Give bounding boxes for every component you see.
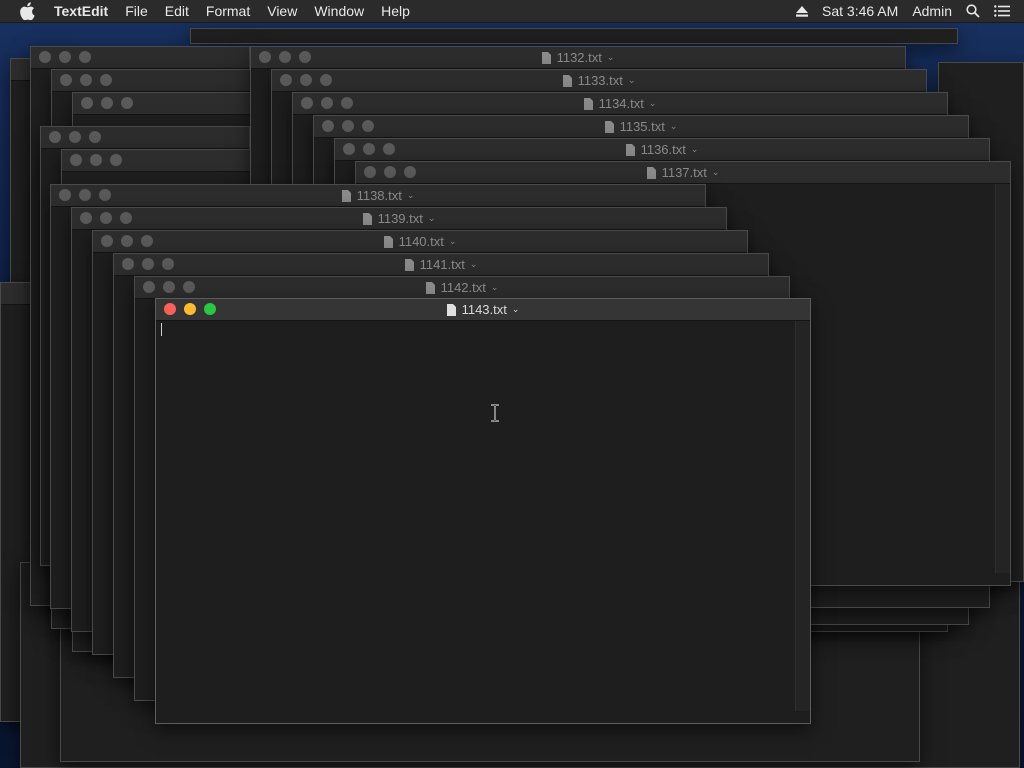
menu-app-textedit[interactable]: TextEdit [54,0,108,22]
document-icon [404,258,414,271]
chevron-down-icon[interactable]: ⌄ [449,236,457,247]
document-icon [646,166,656,179]
eject-icon[interactable] [796,5,809,17]
menu-edit[interactable]: Edit [165,0,189,22]
window-titlebar[interactable]: 1142.txt ⌄ [135,277,789,299]
document-icon [562,74,572,87]
window-titlebar[interactable]: 1134.txt ⌄ [293,93,947,115]
background-window[interactable] [190,28,958,44]
menu-bar: TextEdit File Edit Format View Window He… [0,0,1024,23]
chevron-down-icon[interactable]: ⌄ [491,282,499,293]
apple-menu-icon[interactable] [19,2,35,20]
menubar-clock[interactable]: Sat 3:46 AM [822,3,898,19]
window-titlebar[interactable]: 1141.txt ⌄ [114,254,768,276]
vertical-scrollbar[interactable] [795,320,810,711]
document-icon [446,303,456,316]
document-icon [583,97,593,110]
window-title: 1135.txt [619,119,665,134]
notification-center-icon[interactable] [994,5,1010,17]
chevron-down-icon[interactable]: ⌄ [628,75,636,86]
window-titlebar[interactable]: 1133.txt ⌄ [272,70,926,92]
menu-file[interactable]: File [125,0,148,22]
chevron-down-icon[interactable]: ⌄ [691,144,699,155]
text-caret [161,323,162,336]
window-title: 1138.txt [356,188,402,203]
menu-window[interactable]: Window [314,0,364,22]
window-titlebar[interactable]: 1132.txt ⌄ [251,47,905,69]
document-icon [425,281,435,294]
window-titlebar[interactable]: 1139.txt ⌄ [72,208,726,230]
window-title: 1142.txt [440,280,486,295]
chevron-down-icon[interactable]: ⌄ [512,304,520,315]
window-title: 1140.txt [398,234,444,249]
window-titlebar[interactable] [41,127,249,149]
window-title: 1141.txt [419,257,465,272]
chevron-down-icon[interactable]: ⌄ [428,213,436,224]
document-icon [541,51,551,64]
menubar-user[interactable]: Admin [912,3,952,19]
window-title: 1134.txt [598,96,644,111]
window-titlebar[interactable] [73,93,251,115]
window-titlebar[interactable]: 1136.txt ⌄ [335,139,989,161]
window-titlebar[interactable]: 1143.txt ⌄ [156,299,810,321]
chevron-down-icon[interactable]: ⌄ [670,121,678,132]
window-title: 1136.txt [640,142,686,157]
document-icon [604,120,614,133]
chevron-down-icon[interactable]: ⌄ [607,52,615,63]
window-titlebar[interactable]: 1135.txt ⌄ [314,116,968,138]
chevron-down-icon[interactable]: ⌄ [712,167,720,178]
vertical-scrollbar[interactable] [995,183,1010,573]
window-titlebar[interactable]: 1137.txt ⌄ [356,162,1010,184]
document-icon [362,212,372,225]
menu-view[interactable]: View [267,0,297,22]
desktop: 1132.txt ⌄ 1133.txt ⌄ 1134.txt ⌄ 1135.txt ⌄ … [0,22,1024,768]
menu-help[interactable]: Help [381,0,410,22]
window-1143-active[interactable]: 1143.txt ⌄ [155,298,811,724]
window-title: 1139.txt [377,211,423,226]
window-titlebar[interactable] [31,47,249,69]
chevron-down-icon[interactable]: ⌄ [649,98,657,109]
window-titlebar[interactable]: 1138.txt ⌄ [51,185,705,207]
spotlight-search-icon[interactable] [966,4,980,18]
document-icon [383,235,393,248]
ibeam-cursor-icon [491,404,499,422]
window-title: 1143.txt [461,302,507,317]
document-icon [625,143,635,156]
window-title: 1132.txt [556,50,602,65]
chevron-down-icon[interactable]: ⌄ [470,259,478,270]
window-titlebar[interactable] [52,70,250,92]
text-editor-area[interactable] [156,320,810,723]
window-title: 1137.txt [661,165,707,180]
window-titlebar[interactable]: 1140.txt ⌄ [93,231,747,253]
chevron-down-icon[interactable]: ⌄ [407,190,415,201]
window-titlebar[interactable] [62,150,250,172]
document-icon [341,189,351,202]
window-title: 1133.txt [577,73,623,88]
menu-format[interactable]: Format [206,0,250,22]
